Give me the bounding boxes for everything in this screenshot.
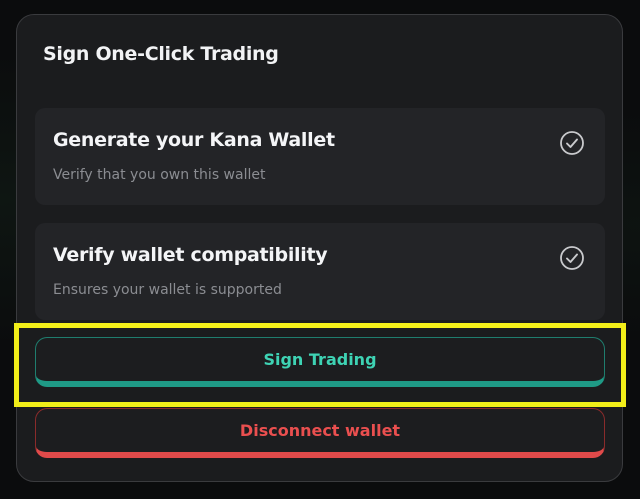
step-verify-compatibility: Verify wallet compatibility Ensures your… (35, 223, 605, 320)
step-generate-wallet: Generate your Kana Wallet Verify that yo… (35, 108, 605, 205)
step-subtitle: Verify that you own this wallet (53, 167, 266, 183)
modal-title: Sign One-Click Trading (43, 43, 279, 65)
step-subtitle: Ensures your wallet is supported (53, 282, 282, 298)
disconnect-wallet-button[interactable]: Disconnect wallet (35, 408, 605, 458)
step-title: Verify wallet compatibility (53, 244, 328, 266)
step-title: Generate your Kana Wallet (53, 129, 335, 151)
sign-trading-button[interactable]: Sign Trading (35, 337, 605, 387)
check-circle-icon (560, 131, 584, 155)
sign-trading-modal: Sign One-Click Trading Generate your Kan… (16, 14, 623, 482)
check-circle-icon (560, 246, 584, 270)
